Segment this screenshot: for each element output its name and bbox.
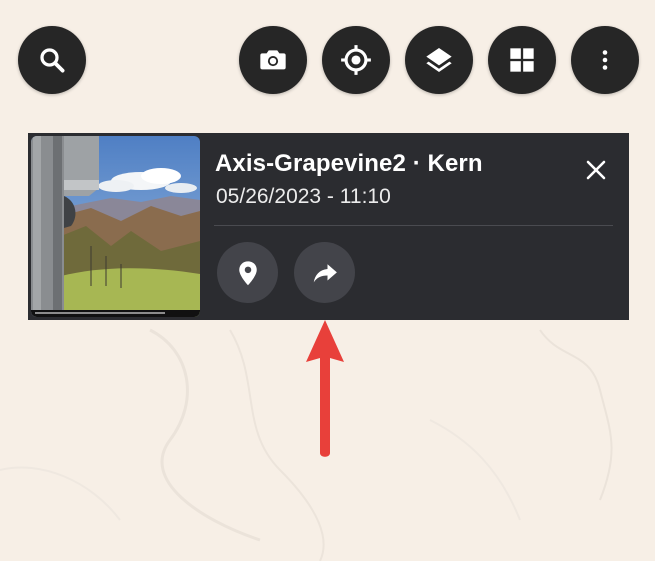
more-vertical-icon: [602, 50, 608, 70]
layers-button[interactable]: [405, 26, 473, 94]
camera-thumbnail[interactable]: [31, 136, 200, 317]
crosshair-icon: [341, 45, 371, 75]
camera-icon: [260, 50, 286, 70]
camera-title: Axis-Grapevine2 · Kern: [215, 150, 483, 177]
show-on-map-button[interactable]: [217, 242, 278, 303]
more-options-button[interactable]: [571, 26, 639, 94]
locate-button[interactable]: [322, 26, 390, 94]
search-button[interactable]: [18, 26, 86, 94]
search-icon: [40, 48, 65, 73]
close-icon: [586, 160, 606, 180]
share-arrow-icon: [313, 263, 337, 282]
map-pin-icon: [238, 260, 257, 285]
grid-icon: [510, 48, 534, 72]
layers-icon: [426, 48, 452, 72]
camera-button[interactable]: [239, 26, 307, 94]
camera-timestamp: 05/26/2023 - 11:10: [216, 185, 391, 208]
annotation-arrow: [306, 320, 344, 457]
grid-view-button[interactable]: [488, 26, 556, 94]
camera-info-card[interactable]: Axis-Grapevine2 · Kern 05/26/2023 - 11:1…: [28, 133, 629, 320]
card-divider: [214, 225, 613, 226]
close-button[interactable]: [581, 155, 611, 185]
share-button[interactable]: [294, 242, 355, 303]
